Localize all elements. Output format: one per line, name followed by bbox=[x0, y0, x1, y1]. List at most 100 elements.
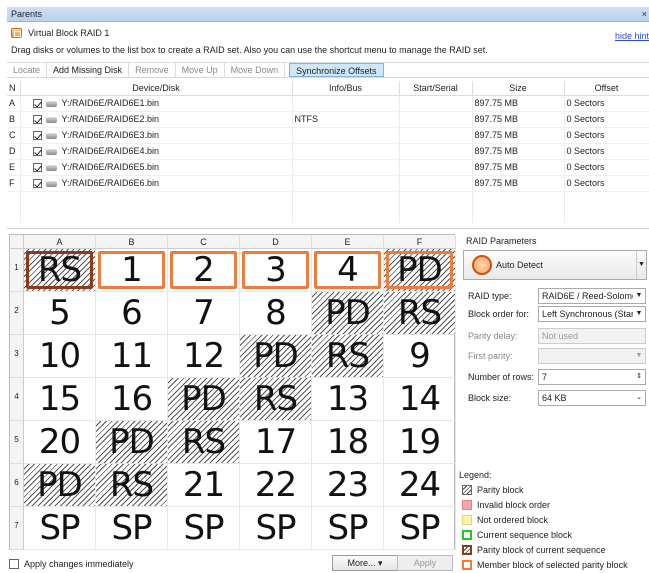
block-size-select[interactable]: 64 KB ⌄ bbox=[538, 390, 646, 406]
disk-icon bbox=[45, 100, 57, 107]
grid-column-header[interactable]: C bbox=[168, 235, 240, 249]
raid-block-cell[interactable]: RS bbox=[24, 249, 96, 292]
raid-block-cell[interactable]: 18 bbox=[312, 421, 384, 464]
block-order-select[interactable]: Left Synchronous (Standard) ▼ bbox=[538, 306, 646, 322]
disk-device[interactable]: Y:/RAID6E/RAID6E6.bin bbox=[20, 175, 293, 192]
raid-block-cell[interactable]: 22 bbox=[240, 464, 312, 507]
col-info[interactable]: Info/Bus bbox=[292, 81, 400, 96]
disk-offset: 0 Sectors bbox=[564, 111, 649, 128]
raid-block-cell[interactable]: RS bbox=[240, 378, 312, 421]
raid-block-cell[interactable]: 23 bbox=[312, 464, 384, 507]
table-row[interactable]: F Y:/RAID6E/RAID6E6.bin 897.75 MB 0 Sectors bbox=[7, 175, 649, 192]
raid-block-cell[interactable]: SP bbox=[240, 507, 312, 550]
table-row[interactable]: A Y:/RAID6E/RAID6E1.bin 897.75 MB 0 Sectors bbox=[7, 95, 649, 112]
raid-block-cell[interactable]: SP bbox=[168, 507, 240, 550]
col-n[interactable]: N bbox=[7, 81, 21, 96]
raid-block-cell[interactable]: PD bbox=[24, 464, 96, 507]
remove-button[interactable]: Remove bbox=[129, 63, 176, 77]
disk-device[interactable]: Y:/RAID6E/RAID6E1.bin bbox=[20, 95, 293, 112]
raid-block-cell[interactable]: 7 bbox=[168, 292, 240, 335]
raid-block-cell[interactable]: 4 bbox=[312, 249, 384, 292]
raid-block-cell[interactable]: PD bbox=[384, 249, 456, 292]
disk-device[interactable]: Y:/RAID6E/RAID6E2.bin bbox=[20, 111, 293, 128]
raid-block-cell[interactable]: RS bbox=[168, 421, 240, 464]
raid-block-cell[interactable]: 12 bbox=[168, 335, 240, 378]
grid-column-header[interactable]: F bbox=[384, 235, 456, 249]
raid-block-cell[interactable]: 20 bbox=[24, 421, 96, 464]
locate-button[interactable]: Locate bbox=[7, 63, 48, 77]
col-device[interactable]: Device/Disk bbox=[20, 81, 293, 96]
raid-block-cell[interactable]: SP bbox=[384, 507, 456, 550]
raid-block-cell[interactable]: RS bbox=[312, 335, 384, 378]
raid-block-cell[interactable]: 24 bbox=[384, 464, 456, 507]
table-row[interactable]: B Y:/RAID6E/RAID6E2.bin NTFS 897.75 MB 0 Sec… bbox=[7, 111, 649, 128]
raid-block-cell[interactable]: RS bbox=[96, 464, 168, 507]
splitter[interactable] bbox=[7, 228, 649, 229]
move-down-button[interactable]: Move Down bbox=[225, 63, 286, 77]
raid-block-cell[interactable]: 3 bbox=[240, 249, 312, 292]
disk-checkbox[interactable] bbox=[32, 115, 42, 125]
col-offset[interactable]: Offset bbox=[564, 81, 649, 96]
close-icon[interactable]: × bbox=[642, 7, 647, 22]
raid-block-cell[interactable]: SP bbox=[24, 507, 96, 550]
window-titlebar: Parents × bbox=[7, 7, 649, 22]
raid-block-cell[interactable]: 1 bbox=[96, 249, 168, 292]
raid-block-cell[interactable]: 19 bbox=[384, 421, 456, 464]
synchronize-offsets-button[interactable]: Synchronize Offsets bbox=[289, 63, 384, 77]
hide-hint-link[interactable]: hide hint bbox=[615, 27, 649, 45]
disk-offset: 0 Sectors bbox=[564, 159, 649, 176]
raid-block-cell[interactable]: SP bbox=[96, 507, 168, 550]
raid-block-cell[interactable]: PD bbox=[168, 378, 240, 421]
apply-button[interactable]: Apply bbox=[397, 555, 453, 571]
grid-column-header[interactable]: A bbox=[24, 235, 96, 249]
raid-block-cell[interactable]: 11 bbox=[96, 335, 168, 378]
disk-checkbox[interactable] bbox=[32, 131, 42, 141]
disk-checkbox[interactable] bbox=[32, 147, 42, 157]
move-up-button[interactable]: Move Up bbox=[176, 63, 225, 77]
raid-block-cell[interactable]: RS bbox=[384, 292, 456, 335]
empty-row bbox=[7, 207, 649, 223]
table-row[interactable]: C Y:/RAID6E/RAID6E3.bin 897.75 MB 0 Sectors bbox=[7, 127, 649, 144]
disk-device[interactable]: Y:/RAID6E/RAID6E4.bin bbox=[20, 143, 293, 160]
rows-stepper[interactable]: 7 ⇕ bbox=[538, 369, 646, 385]
disk-offset: 0 Sectors bbox=[564, 127, 649, 144]
disk-device[interactable]: Y:/RAID6E/RAID6E5.bin bbox=[20, 159, 293, 176]
raid-block-cell[interactable]: 15 bbox=[24, 378, 96, 421]
raid-block-cell[interactable]: 14 bbox=[384, 378, 456, 421]
chevron-down-icon[interactable]: ▼ bbox=[636, 251, 646, 279]
raid-block-cell[interactable]: 16 bbox=[96, 378, 168, 421]
grid-column-header[interactable]: D bbox=[240, 235, 312, 249]
raid-block-cell[interactable]: 8 bbox=[240, 292, 312, 335]
col-start[interactable]: Start/Serial bbox=[399, 81, 473, 96]
add-missing-disk-button[interactable]: Add Missing Disk bbox=[47, 63, 130, 77]
first-parity-select[interactable]: ▼ bbox=[538, 348, 646, 364]
table-row[interactable]: E Y:/RAID6E/RAID6E5.bin 897.75 MB 0 Sectors bbox=[7, 159, 649, 176]
disk-checkbox[interactable] bbox=[32, 99, 42, 109]
raid-block-cell[interactable]: 2 bbox=[168, 249, 240, 292]
raid-block-cell[interactable]: PD bbox=[312, 292, 384, 335]
raid-block-cell[interactable]: 13 bbox=[312, 378, 384, 421]
raid-block-cell[interactable]: PD bbox=[96, 421, 168, 464]
disk-start bbox=[399, 143, 473, 160]
disk-checkbox[interactable] bbox=[32, 179, 42, 189]
raid-block-cell[interactable]: SP bbox=[312, 507, 384, 550]
raid-block-cell[interactable]: 6 bbox=[96, 292, 168, 335]
more-button[interactable]: More... ▾ bbox=[332, 555, 398, 571]
grid-column-header[interactable]: B bbox=[96, 235, 168, 249]
raid-block-cell[interactable]: 10 bbox=[24, 335, 96, 378]
disk-checkbox[interactable] bbox=[32, 163, 42, 173]
legend-title: Legend: bbox=[459, 470, 492, 480]
raid-block-cell[interactable]: 21 bbox=[168, 464, 240, 507]
raid-block-cell[interactable]: 17 bbox=[240, 421, 312, 464]
raid-block-cell[interactable]: 5 bbox=[24, 292, 96, 335]
raid-block-cell[interactable]: PD bbox=[240, 335, 312, 378]
apply-immediately-checkbox[interactable] bbox=[9, 559, 19, 569]
disk-device[interactable]: Y:/RAID6E/RAID6E3.bin bbox=[20, 127, 293, 144]
col-size[interactable]: Size bbox=[472, 81, 565, 96]
grid-column-header[interactable]: E bbox=[312, 235, 384, 249]
raid-block-cell[interactable]: 9 bbox=[384, 335, 456, 378]
table-row[interactable]: D Y:/RAID6E/RAID6E4.bin 897.75 MB 0 Sectors bbox=[7, 143, 649, 160]
parity-delay-field[interactable]: Not used bbox=[538, 328, 646, 344]
raid-type-select[interactable]: RAID6E / Reed-Solomon ▼ bbox=[538, 288, 646, 304]
auto-detect-button[interactable]: Auto Detect ▼ bbox=[463, 250, 647, 280]
